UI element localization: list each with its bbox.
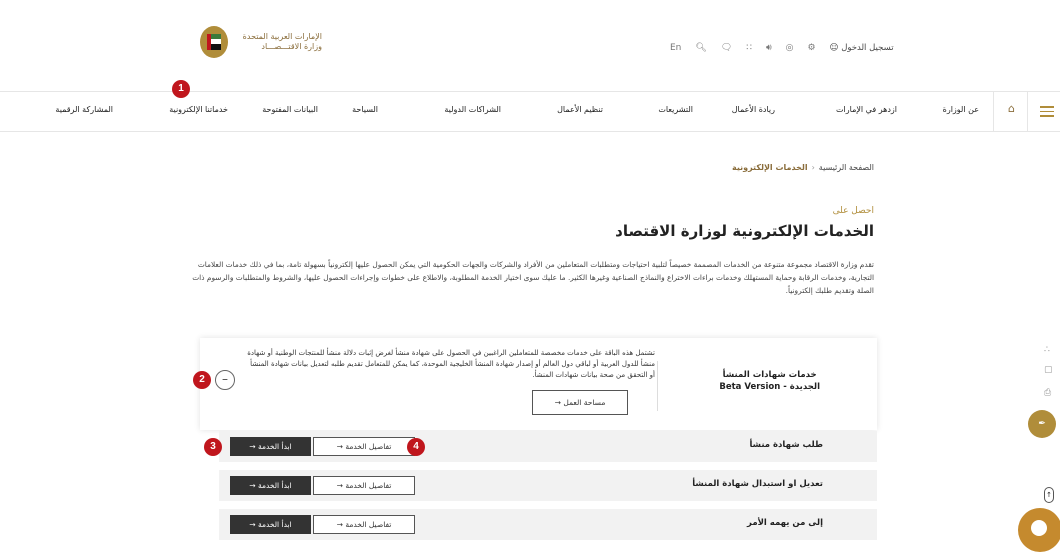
accessibility-icon[interactable]: ◎ [786,41,794,55]
page-subtitle: احصل على [832,206,874,216]
workspace-button[interactable]: مساحة العمل → [532,390,628,415]
breadcrumb-current: الخدمات الإلكترونية [731,163,808,172]
nav-item-international-partnerships[interactable]: الشراكات الدولية [444,105,501,114]
collapse-button[interactable]: – [215,370,235,390]
audio-icon[interactable]: 🔊︎ [766,41,772,55]
logo-line-1: الإمارات العربية المتحدة [242,32,322,41]
nav-item-thrive[interactable]: ازدهر في الإمارات [836,105,897,114]
package-title-line-2: Beta Version - الجديدة [719,382,820,392]
login-link[interactable]: ☺ تسجيل الدخول [830,43,894,53]
emblem-icon [200,26,228,58]
arrow-right-icon: → [336,442,343,451]
breadcrumb-home[interactable]: الصفحة الرئيسية [819,163,874,172]
service-details-button[interactable]: تفاصيل الخدمة → [313,515,415,534]
service-title[interactable]: تعديل او استبدال شهادة المنشأ [692,479,823,489]
card-divider [657,361,658,411]
breadcrumb: الصفحة الرئيسية ‹الخدمات الإلكترونية [732,163,874,172]
arrow-right-icon: → [249,442,256,451]
arrow-right-icon: → [336,520,343,529]
arrow-right-icon: → [249,520,256,529]
arrow-right-icon: → [249,481,256,490]
service-title[interactable]: طلب شهادة منشأ [749,440,823,450]
logo-line-2: وزارة الاقتـــصـــاد [261,42,322,51]
service-row: تعديل او استبدال شهادة المنشأ ابدأ الخدم… [219,470,877,501]
step-marker-1: 1 [172,80,190,98]
start-service-button[interactable]: ابدأ الخدمة → [230,437,311,456]
package-title: خدمات شهادات المنشأ Beta Version - الجدي… [719,369,820,393]
home-icon[interactable]: ⌂ [1008,102,1015,115]
start-service-button[interactable]: ابدأ الخدمة → [230,515,311,534]
search-icon[interactable]: 🔍︎ [695,41,706,55]
chat-icon[interactable] [1018,508,1060,552]
nav-item-about[interactable]: عن الوزارة [943,105,979,114]
details-label: تفاصيل الخدمة [345,481,392,490]
page-title: الخدمات الإلكترونية لوزارة الاقتصاد [615,222,874,240]
nav-item-open-data[interactable]: البيانات المفتوحة [262,105,318,114]
settings-icon[interactable]: ⚙︎ [808,41,816,55]
workspace-label: مساحة العمل [563,398,606,407]
service-details-button[interactable]: تفاصيل الخدمة → [313,437,415,456]
step-marker-3: 3 [204,438,222,456]
start-service-button[interactable]: ابدأ الخدمة → [230,476,311,495]
share-icon[interactable]: ∴ [1044,345,1050,355]
service-details-button[interactable]: تفاصيل الخدمة → [313,476,415,495]
package-title-line-1: خدمات شهادات المنشأ [722,370,817,380]
step-marker-2: 2 [193,371,211,389]
step-marker-4: 4 [407,438,425,456]
nav-item-entrepreneurship[interactable]: ريادة الأعمال [732,105,775,114]
details-label: تفاصيل الخدمة [345,442,392,451]
scroll-indicator-icon[interactable]: ↑ [1044,487,1054,503]
arrow-right-icon: → [336,481,343,490]
nav-item-eservices[interactable]: خدماتنا الإلكترونية [169,105,228,114]
start-label: ابدأ الخدمة [257,481,292,490]
nav-item-digital-participation[interactable]: المشاركة الرقمية [55,105,113,114]
nav-divider [993,92,994,131]
user-icon: ☺ [829,43,839,53]
service-row: إلى من يهمه الأمر ابدأ الخدمة → تفاصيل ا… [219,509,877,540]
nav-divider [1027,92,1028,131]
start-label: ابدأ الخدمة [257,520,292,529]
service-row: طلب شهادة منشأ ابدأ الخدمة → تفاصيل الخد… [219,431,877,462]
utility-bar: En 🔍︎ 🗨︎ ∷ 🔊︎ ◎ ⚙︎ ☺ تسجيل الدخول [670,41,894,55]
package-description: تشتمل هذه الباقة على خدمات مخصصة للمتعام… [247,349,655,379]
main-nav: ⌂ عن الوزارة ازدهر في الإمارات ريادة الأ… [0,80,1060,131]
signature-icon[interactable]: ✒ [1028,410,1056,438]
service-title[interactable]: إلى من يهمه الأمر [747,518,823,528]
nav-item-tourism[interactable]: السياحة [352,105,378,114]
nav-item-business-regulation[interactable]: تنظيم الأعمال [557,105,603,114]
arrow-right-icon: → [554,398,561,407]
nav-item-legislation[interactable]: التشريعات [658,105,693,114]
menu-icon[interactable] [1040,103,1054,117]
page-intro: تقدم وزارة الاقتصاد مجموعة متنوعة من الخ… [192,260,874,295]
chevron-left-icon: ‹ [811,163,815,172]
start-label: ابدأ الخدمة [257,442,292,451]
sitemap-icon[interactable]: ∷ [746,41,752,55]
ministry-logo[interactable]: الإمارات العربية المتحدة وزارة الاقتـــص… [196,22,326,62]
login-label: تسجيل الدخول [841,43,894,53]
feedback-icon[interactable]: 🗨︎ [721,41,732,55]
details-label: تفاصيل الخدمة [345,520,392,529]
print-icon[interactable]: ⎙ [1044,388,1051,398]
language-toggle[interactable]: En [670,41,681,55]
nav-bottom-border [0,131,1060,132]
comment-icon[interactable]: ▢ [1044,365,1053,375]
service-package-card: خدمات شهادات المنشأ Beta Version - الجدي… [200,338,877,430]
